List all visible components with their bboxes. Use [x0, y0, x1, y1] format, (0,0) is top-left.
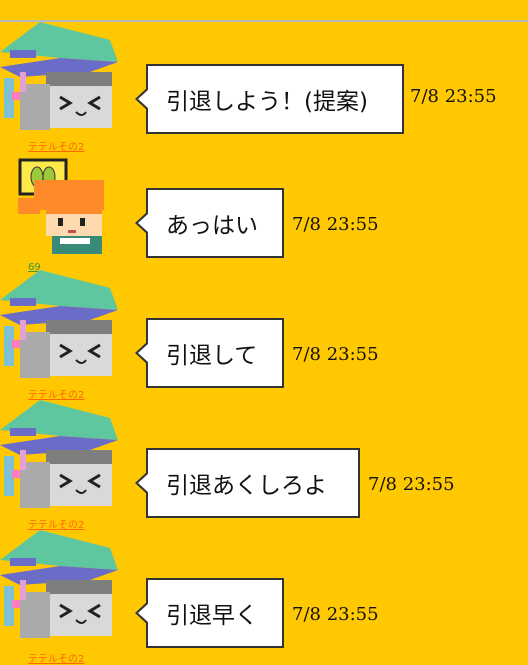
message-bubble: 引退早く: [135, 578, 284, 648]
username-link[interactable]: テテルその2: [28, 516, 84, 531]
witch-avatar-icon[interactable]: [0, 22, 118, 140]
witch-avatar-icon[interactable]: [0, 270, 118, 388]
message-text: 引退あくしろよ: [166, 473, 327, 499]
chat-message: テテルその2 引退早く 7/8 23:55: [0, 530, 528, 665]
message-text: 引退して: [166, 343, 258, 369]
message-bubble: 引退しよう！(提案): [135, 64, 404, 134]
username-link[interactable]: テテルその2: [28, 138, 84, 153]
message-bubble: あっはい: [135, 188, 284, 258]
message-bubble: 引退あくしろよ: [135, 448, 360, 518]
message-text: あっはい: [166, 213, 258, 239]
message-text: 引退早く: [166, 603, 258, 629]
witch-avatar-icon[interactable]: [0, 530, 118, 648]
message-timestamp: 7/8 23:55: [292, 344, 379, 365]
message-timestamp: 7/8 23:55: [292, 214, 379, 235]
message-timestamp: 7/8 23:55: [292, 604, 379, 625]
message-text: 引退しよう！(提案): [166, 89, 368, 115]
message-timestamp: 7/8 23:55: [410, 86, 497, 107]
chat-message: 69 あっはい 7/8 23:55: [0, 152, 528, 282]
chat-message: テテルその2 引退して 7/8 23:55: [0, 270, 528, 401]
message-bubble: 引退して: [135, 318, 284, 388]
username-link[interactable]: テテルその2: [28, 386, 84, 401]
chat-message: テテルその2 引退あくしろよ 7/8 23:55: [0, 400, 528, 531]
message-timestamp: 7/8 23:55: [368, 474, 455, 495]
orange-hair-avatar-icon[interactable]: [0, 152, 118, 270]
witch-avatar-icon[interactable]: [0, 400, 118, 518]
chat-message: テテルその2 引退しよう！(提案) 7/8 23:55: [0, 22, 528, 153]
username-link[interactable]: テテルその2: [28, 650, 84, 665]
